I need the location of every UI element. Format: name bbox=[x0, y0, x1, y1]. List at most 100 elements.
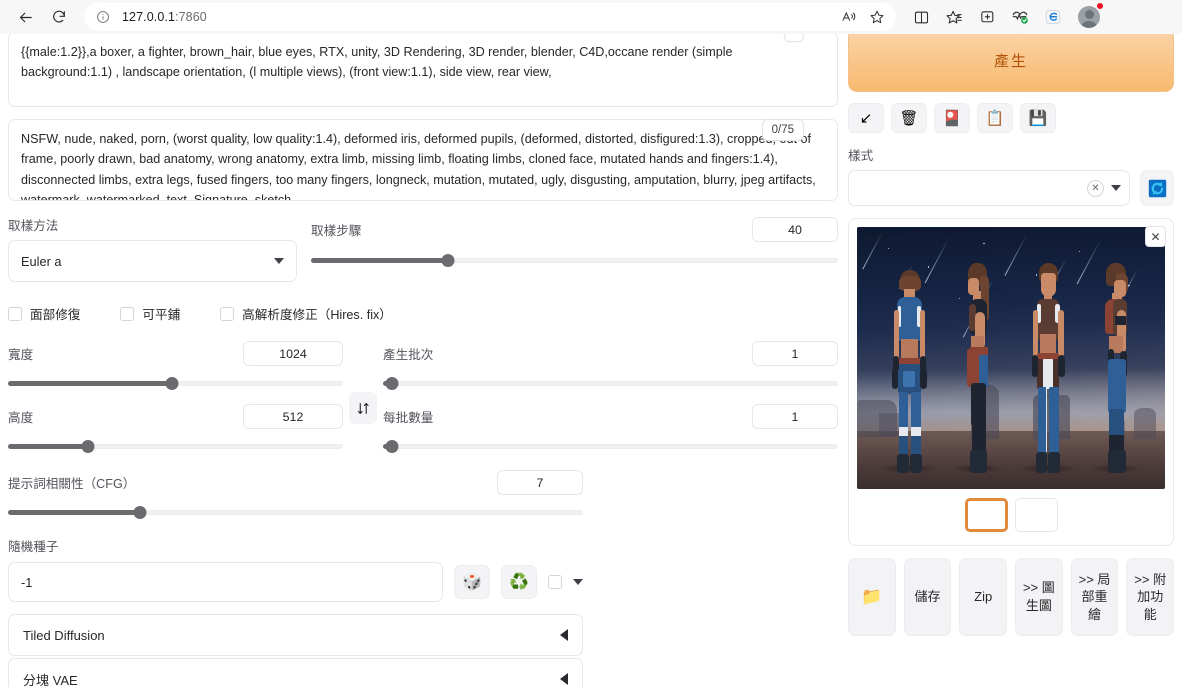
recycle-icon: ♻️ bbox=[509, 574, 529, 591]
chevron-down-icon bbox=[274, 258, 284, 264]
reuse-seed-button[interactable]: ♻️ bbox=[501, 565, 537, 599]
positive-prompt-counter bbox=[784, 34, 804, 42]
info-icon[interactable] bbox=[94, 8, 112, 26]
back-button[interactable] bbox=[10, 3, 40, 31]
batch-count-input[interactable]: 1 bbox=[752, 341, 838, 366]
split-screen-icon[interactable] bbox=[906, 3, 936, 31]
send-to-extras-button[interactable]: >> 附加功能 bbox=[1126, 558, 1175, 636]
save-button[interactable]: 儲存 bbox=[903, 558, 952, 636]
reload-button[interactable] bbox=[44, 3, 74, 31]
batch-count-slider-knob[interactable] bbox=[385, 376, 399, 390]
thumbnail-result[interactable] bbox=[964, 498, 1008, 532]
width-slider[interactable] bbox=[8, 376, 343, 390]
chevron-down-icon[interactable] bbox=[1111, 185, 1121, 191]
batch-group: 產生批次 1 每批數量 1 bbox=[383, 341, 838, 453]
character-back-view bbox=[879, 264, 939, 474]
checkbox-box[interactable] bbox=[220, 306, 235, 321]
accordion-label: Tiled Diffusion bbox=[23, 627, 105, 643]
character-side-view bbox=[951, 258, 1003, 474]
refresh-styles-button[interactable] bbox=[1140, 170, 1174, 206]
add-to-collection-icon[interactable] bbox=[972, 3, 1002, 31]
arrow-down-left-icon: ↙ bbox=[859, 109, 873, 127]
checkbox-face-restore[interactable]: 面部修復 bbox=[8, 304, 80, 323]
reload-icon bbox=[53, 10, 65, 23]
close-icon[interactable]: ✕ bbox=[1145, 226, 1166, 247]
steps-slider[interactable] bbox=[311, 253, 838, 267]
send-to-inpaint-button[interactable]: >> 局部重繪 bbox=[1070, 558, 1119, 636]
swap-dimensions-wrap bbox=[343, 341, 383, 453]
browser-toolbar: 127.0.0.1:7860 bbox=[0, 0, 1182, 34]
clear-prompt-button[interactable]: 🗑 bbox=[891, 103, 927, 133]
prompt-tool-buttons: ↙ 🗑 🎴 📋 💾 bbox=[848, 103, 1174, 133]
checkbox-label: 可平鋪 bbox=[142, 308, 181, 322]
styles-label: 樣式 bbox=[848, 149, 874, 163]
batch-size-input[interactable]: 1 bbox=[752, 404, 838, 429]
steps-slider-knob[interactable] bbox=[441, 253, 455, 267]
checkbox-box[interactable] bbox=[120, 306, 135, 321]
checkbox-label: 面部修復 bbox=[30, 308, 81, 322]
sampler-dropdown[interactable]: Euler a bbox=[8, 240, 297, 282]
browser-essentials-icon[interactable] bbox=[1005, 3, 1035, 31]
character-front-view bbox=[1018, 258, 1078, 474]
extra-seed-chevron-down-icon[interactable] bbox=[573, 579, 583, 585]
accordion-tiled-diffusion[interactable]: Tiled Diffusion bbox=[8, 614, 583, 656]
width-input[interactable]: 1024 bbox=[243, 341, 343, 366]
accordion-tiled-vae[interactable]: 分塊 VAE bbox=[8, 658, 583, 687]
clear-x-icon[interactable]: ✕ bbox=[1087, 179, 1104, 197]
positive-prompt-textarea[interactable]: {{male:1.2}},a boxer, a fighter, brown_h… bbox=[8, 34, 838, 107]
favorite-star-icon[interactable] bbox=[864, 5, 890, 29]
height-label: 高度 bbox=[8, 411, 34, 425]
back-arrow-icon bbox=[19, 12, 32, 22]
height-input[interactable]: 512 bbox=[243, 404, 343, 429]
random-seed-dice-button[interactable]: 🎲 bbox=[454, 565, 490, 599]
negative-prompt-textarea[interactable]: NSFW, nude, naked, porn, (worst quality,… bbox=[8, 119, 838, 201]
open-folder-button[interactable]: 📁 bbox=[848, 558, 896, 636]
extra-seed-checkbox[interactable] bbox=[548, 575, 562, 589]
cfg-input[interactable]: 7 bbox=[497, 470, 583, 495]
generated-image[interactable] bbox=[857, 227, 1165, 489]
checkbox-hires-fix[interactable]: 高解析度修正（Hires. fix） bbox=[220, 304, 392, 323]
negative-prompt-region: 0/75 NSFW, nude, naked, porn, (worst qua… bbox=[8, 119, 838, 201]
generate-button-label: 產生 bbox=[993, 52, 1028, 70]
read-generation-params-button[interactable]: ↙ bbox=[848, 103, 884, 133]
left-column: {{male:1.2}},a boxer, a fighter, brown_h… bbox=[8, 34, 838, 687]
app-layout: {{male:1.2}},a boxer, a fighter, brown_h… bbox=[0, 34, 1182, 687]
extra-networks-button[interactable]: 🎴 bbox=[934, 103, 970, 133]
save-icon: 💾 bbox=[1028, 109, 1048, 127]
checkbox-tiling[interactable]: 可平鋪 bbox=[120, 304, 180, 323]
seed-input[interactable]: -1 bbox=[8, 562, 443, 602]
height-slider-knob[interactable] bbox=[81, 439, 95, 453]
address-bar[interactable]: 127.0.0.1:7860 bbox=[84, 3, 896, 31]
batch-size-slider[interactable] bbox=[383, 439, 838, 453]
cfg-slider-knob[interactable] bbox=[133, 505, 147, 519]
copilot-icon[interactable] bbox=[1038, 3, 1068, 31]
styles-group: 樣式 ✕ bbox=[848, 145, 1174, 206]
thumbnail-blank[interactable] bbox=[1014, 498, 1058, 532]
styles-dropdown[interactable]: ✕ bbox=[848, 170, 1130, 206]
save-style-button[interactable]: 💾 bbox=[1020, 103, 1056, 133]
steps-label: 取樣步驟 bbox=[311, 224, 362, 238]
width-slider-knob[interactable] bbox=[165, 376, 179, 390]
batch-size-slider-knob[interactable] bbox=[385, 439, 399, 453]
paintbucket-icon: 🎴 bbox=[942, 109, 962, 127]
steps-value-input[interactable]: 40 bbox=[752, 217, 838, 242]
cfg-label: 提示詞相關性（CFG） bbox=[8, 477, 136, 491]
action-label: >> 圖生圖 bbox=[1022, 580, 1055, 613]
generate-button[interactable]: 產生 bbox=[848, 34, 1174, 92]
checkbox-box[interactable] bbox=[8, 306, 22, 321]
height-slider[interactable] bbox=[8, 439, 343, 453]
send-to-img2img-button[interactable]: >> 圖生圖 bbox=[1015, 558, 1063, 636]
read-aloud-icon[interactable] bbox=[836, 5, 862, 29]
styles-row: ✕ bbox=[848, 170, 1174, 206]
batch-count-slider[interactable] bbox=[383, 376, 838, 390]
swap-dimensions-button[interactable] bbox=[349, 392, 377, 424]
url-host: 127.0.0.1 bbox=[122, 10, 176, 24]
accordion-label: 分塊 VAE bbox=[23, 672, 78, 687]
right-column: 產生 ↙ 🗑 🎴 📋 💾 樣式 ✕ ✕ 📁 儲存 Zip >> 圖生圖 >> 局… bbox=[848, 34, 1175, 687]
seed-group: 隨機種子 -1 🎲 ♻️ bbox=[8, 536, 583, 602]
apply-style-button[interactable]: 📋 bbox=[977, 103, 1013, 133]
zip-button[interactable]: Zip bbox=[959, 558, 1008, 636]
cfg-slider[interactable] bbox=[8, 505, 583, 519]
collections-icon[interactable] bbox=[939, 3, 969, 31]
profile-avatar[interactable] bbox=[1075, 2, 1104, 31]
